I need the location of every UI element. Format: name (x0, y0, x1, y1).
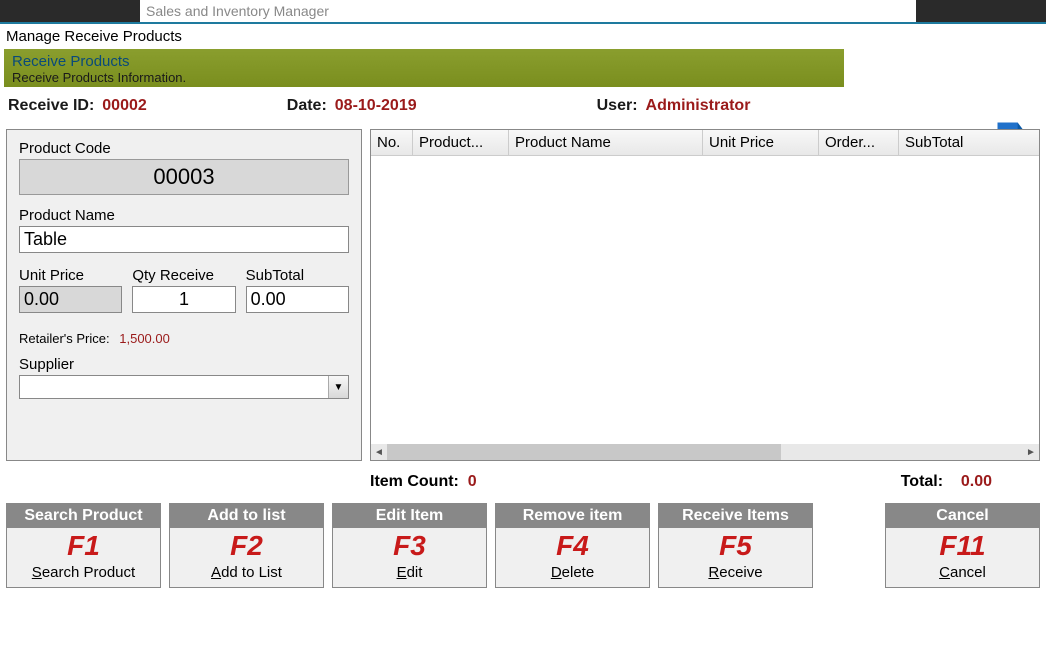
qty-receive-label: Qty Receive (132, 267, 235, 284)
retailer-price-value: 1,500.00 (119, 331, 170, 346)
subtotal-input[interactable] (246, 286, 349, 313)
col-header-order-qty[interactable]: Order... (819, 130, 899, 155)
user-value: Administrator (646, 97, 751, 115)
product-form-panel: Product Code 00003 Product Name Unit Pri… (6, 129, 362, 461)
supplier-select[interactable]: ▼ (19, 375, 349, 399)
items-grid: No. Product... Product Name Unit Price O… (370, 129, 1040, 461)
btn-action: Delete (496, 562, 649, 587)
btn-header: Receive Items (659, 504, 812, 528)
btn-action: Edit (333, 562, 486, 587)
product-name-input[interactable] (19, 226, 349, 253)
btn-header: Add to list (170, 504, 323, 528)
col-header-product-code[interactable]: Product... (413, 130, 509, 155)
window-title: Sales and Inventory Manager (140, 3, 916, 19)
receive-id-value: 00002 (102, 97, 147, 115)
supplier-label: Supplier (19, 356, 349, 373)
date-value: 08-10-2019 (335, 97, 417, 115)
btn-key: F5 (659, 528, 812, 562)
titlebar-left-dark (0, 0, 140, 22)
btn-key: F4 (496, 528, 649, 562)
section-subtitle: Receive Products Information. (12, 70, 836, 85)
btn-header: Cancel (886, 504, 1039, 528)
scroll-right-icon[interactable]: ► (1023, 447, 1039, 458)
qty-receive-input[interactable] (132, 286, 235, 313)
item-count-label: Item Count: (370, 473, 459, 491)
date-label: Date: (287, 97, 327, 115)
btn-header: Search Product (7, 504, 160, 528)
function-buttons-row: Search Product F1 Search Product Add to … (0, 497, 1046, 594)
btn-header: Remove item (496, 504, 649, 528)
col-header-product-name[interactable]: Product Name (509, 130, 703, 155)
btn-action: Search Product (7, 562, 160, 587)
btn-key: F11 (886, 528, 1039, 562)
chevron-down-icon[interactable]: ▼ (328, 376, 348, 398)
page-subtitle: Manage Receive Products (0, 24, 1046, 49)
info-row: Receive ID: 00002 Date: 08-10-2019 User:… (0, 87, 1046, 119)
horizontal-scrollbar[interactable]: ◄ ► (371, 444, 1039, 460)
btn-key: F2 (170, 528, 323, 562)
col-header-unit-price[interactable]: Unit Price (703, 130, 819, 155)
section-title: Receive Products (12, 53, 836, 70)
titlebar-right-dark (916, 0, 1046, 22)
retailer-price-row: Retailer's Price: 1,500.00 (19, 331, 349, 346)
product-code-label: Product Code (19, 140, 349, 157)
scroll-track[interactable] (387, 444, 1023, 460)
user-label: User: (597, 97, 638, 115)
col-header-subtotal[interactable]: SubTotal (899, 130, 1039, 155)
receive-id-label: Receive ID: (8, 97, 94, 115)
total-value: 0.00 (961, 473, 992, 491)
subtotal-label: SubTotal (246, 267, 349, 284)
section-header: Receive Products Receive Products Inform… (4, 49, 844, 87)
product-code-display: 00003 (19, 159, 349, 195)
grid-body[interactable] (371, 156, 1039, 444)
btn-action: Receive (659, 562, 812, 587)
totals-row: Item Count: 0 Total: 0.00 (0, 467, 1046, 497)
grid-header-row: No. Product... Product Name Unit Price O… (371, 130, 1039, 156)
edit-item-button[interactable]: Edit Item F3 Edit (332, 503, 487, 588)
total-label: Total: (901, 473, 943, 491)
unit-price-input[interactable] (19, 286, 122, 313)
remove-item-button[interactable]: Remove item F4 Delete (495, 503, 650, 588)
cancel-button[interactable]: Cancel F11 Cancel (885, 503, 1040, 588)
col-header-no[interactable]: No. (371, 130, 413, 155)
scroll-thumb[interactable] (387, 444, 781, 460)
receive-items-button[interactable]: Receive Items F5 Receive (658, 503, 813, 588)
btn-key: F1 (7, 528, 160, 562)
item-count-value: 0 (468, 473, 477, 491)
title-bar: Sales and Inventory Manager (0, 0, 1046, 24)
btn-key: F3 (333, 528, 486, 562)
product-name-label: Product Name (19, 207, 349, 224)
btn-header: Edit Item (333, 504, 486, 528)
unit-price-label: Unit Price (19, 267, 122, 284)
retailer-price-label: Retailer's Price: (19, 331, 110, 346)
btn-action: Add to List (170, 562, 323, 587)
btn-action: Cancel (886, 562, 1039, 587)
scroll-left-icon[interactable]: ◄ (371, 447, 387, 458)
search-product-button[interactable]: Search Product F1 Search Product (6, 503, 161, 588)
add-to-list-button[interactable]: Add to list F2 Add to List (169, 503, 324, 588)
